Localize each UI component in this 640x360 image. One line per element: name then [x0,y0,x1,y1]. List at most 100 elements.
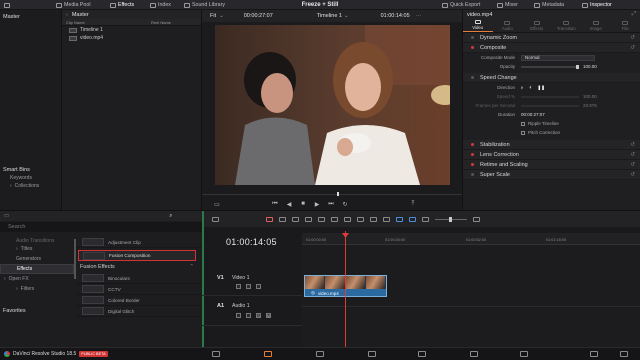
enable-toggle[interactable] [471,36,474,39]
fx-adjustment-clip[interactable]: Adjustment Clip [76,237,202,248]
tab-transition[interactable]: Transition [552,19,582,32]
tree-open-fx[interactable]: › Open FX [0,274,76,284]
duration-value[interactable]: 00:00:27:07 [521,112,545,117]
playhead[interactable] [345,231,346,348]
lock-track-icon[interactable] [236,313,241,318]
forward-direction-icon[interactable]: ⏵ [521,85,523,90]
fx-colored-border[interactable]: Colored Border [76,295,202,306]
freeze-frame-icon[interactable]: ❚❚ [538,85,546,91]
collapse-icon[interactable]: ▭ [4,213,9,219]
section-lens-correction[interactable]: Lens Correction ↺ [463,150,640,160]
tree-filters[interactable]: › Filters [0,284,76,294]
tree-effects[interactable]: Effects [0,264,74,274]
tree-generators[interactable]: Generators [0,254,76,264]
audio-track-name[interactable]: Audio 1 [232,303,250,309]
fps-value[interactable]: 23.976 [583,103,597,108]
inspector-button[interactable]: Inspector [582,0,612,10]
viewer-scrubber[interactable] [202,192,462,196]
opacity-slider-handle[interactable] [576,64,579,69]
deliver-page-icon[interactable] [520,351,528,357]
enable-toggle[interactable] [471,173,474,176]
tree-scrollbar[interactable] [74,239,76,279]
media-pool-button[interactable]: Media Pool [56,0,91,10]
quick-export-button[interactable]: Quick Export [442,0,480,10]
chevron-down-icon[interactable]: ⌄ [219,13,224,19]
viewer-mode-icon[interactable]: ▭ [212,201,222,208]
zoom-slider[interactable] [435,216,467,222]
keywords-bin[interactable]: Keywords [0,174,62,182]
link-icon[interactable] [370,216,377,222]
section-speed-change[interactable]: Speed Change [463,73,640,83]
timeline-ruler[interactable]: 01:00:00:00 01:00:26:00 01:00:52:00 01:0… [302,233,640,245]
timeline-timecode[interactable]: 01:00:14:05 [226,237,277,247]
dynamic-trim-icon[interactable] [292,216,299,222]
section-stabilization[interactable]: Stabilization ↺ [463,140,640,150]
effects-search-input[interactable]: Search [0,222,202,232]
reset-icon[interactable]: ↺ [630,172,635,178]
section-retime-scaling[interactable]: Retime and Scaling ↺ [463,160,640,170]
auto-select-icon[interactable] [246,313,251,318]
tab-video[interactable]: Video [463,19,493,32]
enable-toggle[interactable] [471,76,474,79]
index-button[interactable]: Index [150,0,171,10]
metadata-button[interactable]: Metadata [534,0,564,10]
reset-icon[interactable]: ↺ [630,162,635,168]
first-frame-icon[interactable]: ⏮ [270,201,280,208]
mixer-button[interactable]: Mixer [497,0,518,10]
tab-audio[interactable]: Audio [493,19,523,32]
col-clip-name[interactable]: Clip Name [66,20,151,25]
auto-select-icon[interactable] [246,284,251,289]
selection-tool-icon[interactable] [266,216,273,222]
reverse-play-icon[interactable]: ◀ [284,201,294,208]
last-frame-icon[interactable]: ⏭ [326,201,336,208]
layout-icon[interactable] [4,0,10,10]
opacity-value[interactable]: 100.00 [583,64,597,69]
tab-file[interactable]: File [611,19,640,32]
sound-library-button[interactable]: Sound Library [184,0,225,10]
tree-audio-transitions[interactable]: Audio Transitions [0,237,76,244]
composite-mode-select[interactable]: Normal [521,54,595,61]
reset-icon[interactable]: ↺ [630,45,635,51]
enable-toggle[interactable] [471,153,474,156]
section-dynamic-zoom[interactable]: Dynamic Zoom ↺ [463,33,640,43]
more-options-icon[interactable]: ⋯ [416,13,422,19]
enable-toggle[interactable] [471,46,474,49]
timeline-name[interactable]: Timeline 1 [317,13,342,19]
trim-tool-icon[interactable] [279,216,286,222]
reset-icon[interactable]: ↺ [630,35,635,41]
fx-cctv[interactable]: CCTV [76,284,202,295]
enable-toggle[interactable] [471,163,474,166]
color-page-icon[interactable] [418,351,426,357]
stop-icon[interactable]: ■ [298,201,308,207]
speed-slider[interactable] [521,95,579,98]
fx-fusion-composition[interactable]: Fusion Composition [78,250,196,261]
reset-icon[interactable]: ↺ [630,152,635,158]
opacity-slider[interactable] [521,64,579,69]
solo-icon[interactable]: S [256,313,261,318]
media-page-icon[interactable] [212,351,220,357]
home-icon[interactable] [590,351,598,357]
back-icon[interactable]: ‹ [66,12,68,18]
scrub-handle[interactable] [337,192,339,196]
search-icon[interactable]: ⌕ [169,213,172,220]
expand-icon[interactable]: ⤢ [632,11,636,18]
col-reel-name[interactable]: Reel Name [151,20,171,25]
fx-digital-glitch[interactable]: Digital Glitch [76,306,202,317]
collections-bin[interactable]: › Collections [0,182,62,190]
snapping-icon[interactable] [357,216,364,222]
favorites-header[interactable]: Favorites [0,305,76,317]
section-composite[interactable]: Composite ↺ [463,43,640,53]
speed-value[interactable]: 100.00 [583,94,597,99]
zoom-out-icon[interactable] [422,216,429,222]
position-lock-icon[interactable] [383,216,390,222]
fusion-effects-header[interactable]: Fusion Effects ⌃ [76,261,202,273]
timeline-view-icon[interactable] [212,216,219,222]
loop-icon[interactable]: ↻ [340,201,350,208]
reset-icon[interactable]: ↺ [630,142,635,148]
replace-clip-icon[interactable] [344,216,351,222]
ripple-checkbox[interactable] [521,121,525,126]
mute-icon[interactable]: M [266,313,271,318]
pitch-checkbox[interactable] [521,130,525,135]
blade-tool-icon[interactable] [305,216,312,222]
clip-row-timeline[interactable]: Timeline 1 [62,26,201,34]
